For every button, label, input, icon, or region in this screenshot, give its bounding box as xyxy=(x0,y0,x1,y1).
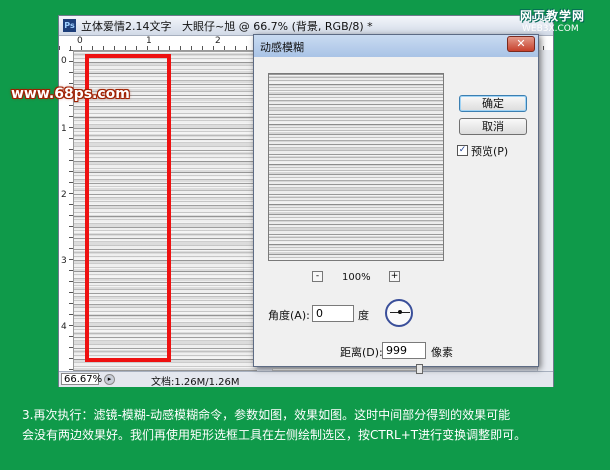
angle-label: 角度(A): xyxy=(268,309,310,322)
angle-unit-label: 度 xyxy=(358,309,369,322)
angle-dial[interactable] xyxy=(385,299,413,327)
ruler-tick-label: 2 xyxy=(215,36,221,46)
ruler-tick-label: 0 xyxy=(61,56,67,66)
distance-label: 距离(D): xyxy=(340,346,383,359)
status-info-icon[interactable]: ▸ xyxy=(104,374,115,385)
site-watermark: www.68ps.com xyxy=(11,86,130,102)
ruler-tick-label: 0 xyxy=(77,36,83,46)
site-logo-text: 网页教学网 xyxy=(520,9,586,23)
caption-line: 3.再次执行：滤镜-模糊-动感模糊命令，参数如图，效果如图。这时中间部分得到的效… xyxy=(22,408,511,422)
distance-slider-track[interactable] xyxy=(272,368,422,371)
cancel-button[interactable]: 取消 xyxy=(459,118,527,135)
dialog-title: 动感模糊 xyxy=(260,41,304,54)
motion-blur-dialog: 动感模糊 ✕ 确定 取消 ✓ 预览(P) - 100% + 角度(A): 0 度… xyxy=(253,34,539,374)
tutorial-caption: 3.再次执行：滤镜-模糊-动感模糊命令，参数如图，效果如图。这时中间部分得到的效… xyxy=(22,405,602,445)
zoom-out-button[interactable]: - xyxy=(312,271,323,282)
angle-input[interactable]: 0 xyxy=(312,305,354,322)
ruler-tick-label: 4 xyxy=(61,322,67,332)
blur-preview[interactable] xyxy=(268,73,444,261)
caption-line: 会没有两边效果好。我们再使用矩形选框工具在左侧绘制选区，按CTRL+T进行变换调… xyxy=(22,428,527,442)
dialog-titlebar[interactable]: 动感模糊 ✕ xyxy=(254,35,538,57)
status-bar: 66.67% ▸ 文档:1.26M/1.26M xyxy=(59,371,553,388)
ok-button[interactable]: 确定 xyxy=(459,95,527,112)
photoshop-app-icon: Ps xyxy=(63,19,76,32)
preview-checkbox[interactable]: ✓ xyxy=(457,145,468,156)
distance-slider-thumb[interactable] xyxy=(415,364,423,374)
distance-unit-label: 像素 xyxy=(431,346,453,359)
site-logo-url: WEB3X.COM xyxy=(522,24,579,34)
document-title: 立体爱情2.14文字 大眼仔~旭 @ 66.7% (背景, RGB/8) * xyxy=(81,20,373,33)
vertical-scrollbar[interactable] xyxy=(537,50,553,371)
document-titlebar[interactable]: Ps 立体爱情2.14文字 大眼仔~旭 @ 66.7% (背景, RGB/8) … xyxy=(59,16,553,36)
angle-center-dot xyxy=(398,310,402,314)
close-icon[interactable]: ✕ xyxy=(507,36,535,52)
preview-zoom-level: 100% xyxy=(342,272,371,283)
zoom-in-button[interactable]: + xyxy=(389,271,400,282)
document-size-info: 文档:1.26M/1.26M xyxy=(151,377,240,388)
preview-label: 预览(P) xyxy=(471,145,509,158)
ruler-tick-label: 1 xyxy=(61,124,67,134)
ruler-tick-label: 3 xyxy=(61,256,67,266)
zoom-level-field[interactable]: 66.67% xyxy=(61,373,102,385)
ruler-tick-label: 1 xyxy=(146,36,152,46)
distance-input[interactable]: 999 xyxy=(382,342,426,359)
ruler-tick-label: 2 xyxy=(61,190,67,200)
dialog-body: 确定 取消 ✓ 预览(P) - 100% + 角度(A): 0 度 距离(D):… xyxy=(254,57,538,374)
